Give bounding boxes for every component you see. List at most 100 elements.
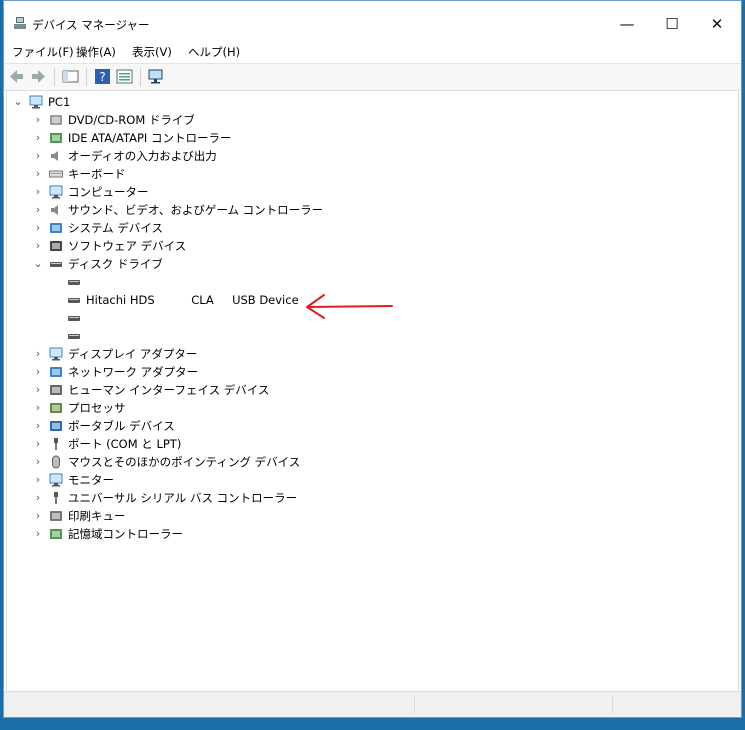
scan-hardware-icon[interactable]	[148, 68, 165, 85]
disk-drive-icon	[50, 262, 62, 267]
computer-icon	[29, 95, 43, 109]
chevron-right-icon[interactable]: ›	[33, 489, 43, 507]
chevron-right-icon[interactable]: ›	[33, 453, 43, 471]
tree-item-label: ポータブル デバイス	[68, 419, 175, 433]
tree-item-label: ディスプレイ アダプター	[68, 347, 198, 361]
toolbar-separator	[54, 68, 55, 86]
forward-arrow-icon[interactable]	[30, 68, 47, 85]
properties-icon[interactable]	[116, 68, 133, 85]
tree-category[interactable]: › DVD/CD-ROM ドライブ	[33, 111, 727, 129]
printer-icon	[50, 511, 62, 521]
help-icon[interactable]: ?	[94, 68, 111, 85]
show-hide-console-tree-icon[interactable]	[62, 68, 79, 85]
tree-category[interactable]: › ポータブル デバイス	[33, 417, 727, 435]
tree-item-label: ソフトウェア デバイス	[68, 239, 187, 253]
tree-category[interactable]: › プロセッサ	[33, 399, 727, 417]
chevron-right-icon[interactable]: ›	[33, 399, 43, 417]
tree-category[interactable]: › サウンド、ビデオ、およびゲーム コントローラー	[33, 201, 727, 219]
chevron-right-icon[interactable]: ›	[33, 381, 43, 399]
tree-category[interactable]: › マウスとそのほかのポインティング デバイス	[33, 453, 727, 471]
chevron-down-icon[interactable]: ⌄	[33, 255, 43, 273]
chevron-right-icon[interactable]: ›	[33, 363, 43, 381]
dvd-drive-icon	[50, 115, 62, 125]
storage-controller-icon	[50, 529, 62, 539]
network-adapter-icon	[50, 367, 62, 377]
usb-icon	[54, 492, 58, 504]
chevron-right-icon[interactable]: ›	[33, 219, 43, 237]
tree-category[interactable]: › ディスプレイ アダプター	[33, 345, 727, 363]
toolbar: ?	[4, 63, 741, 91]
tree-category[interactable]: › キーボード	[33, 165, 727, 183]
chevron-right-icon[interactable]: ›	[33, 417, 43, 435]
tree-category[interactable]: › コンピューター	[33, 183, 727, 201]
chevron-right-icon[interactable]: ›	[33, 165, 43, 183]
tree-root-pc1[interactable]: ⌄ PC1	[13, 93, 727, 111]
tree-item-label: プロセッサ	[68, 401, 126, 415]
tree-item-label: ネットワーク アダプター	[68, 365, 199, 379]
tree-category[interactable]: › ポート (COM と LPT)	[33, 435, 727, 453]
tree-item-label: コンピューター	[68, 185, 149, 199]
tree-category[interactable]: › モニター	[33, 471, 727, 489]
hid-icon	[50, 385, 62, 395]
menu-file[interactable]: ファイル(F)	[12, 44, 74, 60]
device-manager-app-icon	[14, 17, 26, 29]
disk-drive-item[interactable]	[67, 273, 727, 291]
system-device-icon	[50, 223, 62, 233]
tree-category[interactable]: › ネットワーク アダプター	[33, 363, 727, 381]
monitor-icon	[49, 473, 63, 487]
tree-category[interactable]: › ソフトウェア デバイス	[33, 237, 727, 255]
chevron-right-icon[interactable]: ›	[33, 201, 43, 219]
title-bar[interactable]: デバイス マネージャー — ☐ ✕	[4, 1, 741, 37]
sound-icon	[51, 205, 58, 215]
speaker-icon	[51, 151, 58, 161]
tree-item-label: Hitachi HDS CLA USB Device	[86, 293, 299, 307]
minimize-button[interactable]: —	[604, 11, 650, 37]
chevron-down-icon[interactable]: ⌄	[13, 93, 23, 111]
device-tree[interactable]: ⌄ PC1 › DVD/CD-ROM ドライブ › IDE ATA/ATAPI コントロー…	[6, 90, 739, 692]
disk-drive-item[interactable]	[67, 309, 727, 327]
tree-category[interactable]: ⌄ ディスク ドライブ	[33, 255, 727, 273]
back-arrow-icon[interactable]	[8, 68, 25, 85]
port-icon	[54, 438, 58, 450]
chevron-right-icon[interactable]: ›	[33, 507, 43, 525]
chevron-right-icon[interactable]: ›	[33, 147, 43, 165]
chevron-right-icon[interactable]: ›	[33, 237, 43, 255]
tree-item-label: IDE ATA/ATAPI コントローラー	[68, 131, 232, 145]
chevron-right-icon[interactable]: ›	[33, 345, 43, 363]
toolbar-separator	[140, 68, 141, 86]
tree-item-label: マウスとそのほかのポインティング デバイス	[68, 455, 301, 469]
tree-item-label: PC1	[48, 95, 71, 109]
toolbar-separator	[86, 68, 87, 86]
tree-category[interactable]: › 記憶域コントローラー	[33, 525, 727, 543]
red-arrow-annotation	[306, 294, 393, 319]
tree-item-label: サウンド、ビデオ、およびゲーム コントローラー	[68, 203, 324, 217]
tree-category[interactable]: › オーディオの入力および出力	[33, 147, 727, 165]
tree-category[interactable]: › IDE ATA/ATAPI コントローラー	[33, 129, 727, 147]
tree-item-label: ポート (COM と LPT)	[68, 437, 182, 451]
chevron-right-icon[interactable]: ›	[33, 435, 43, 453]
tree-category[interactable]: › システム デバイス	[33, 219, 727, 237]
chevron-right-icon[interactable]: ›	[33, 129, 43, 147]
chevron-right-icon[interactable]: ›	[33, 471, 43, 489]
tree-category[interactable]: › ヒューマン インターフェイス デバイス	[33, 381, 727, 399]
disk-drive-icon	[68, 298, 80, 303]
computer-icon	[49, 185, 63, 199]
disk-drive-item[interactable]	[67, 327, 727, 345]
disk-drive-item[interactable]: Hitachi HDS CLA USB Device	[67, 291, 727, 309]
software-device-icon	[50, 241, 62, 251]
tree-category[interactable]: › ユニバーサル シリアル バス コントローラー	[33, 489, 727, 507]
display-adapter-icon	[49, 347, 63, 361]
status-cell	[414, 696, 613, 713]
keyboard-icon	[49, 170, 63, 178]
menu-view[interactable]: 表示(V)	[132, 44, 172, 60]
menu-action[interactable]: 操作(A)	[76, 44, 116, 60]
tree-item-label: オーディオの入力および出力	[68, 149, 217, 163]
tree-category[interactable]: › 印刷キュー	[33, 507, 727, 525]
maximize-button[interactable]: ☐	[649, 11, 695, 37]
menu-help[interactable]: ヘルプ(H)	[188, 44, 240, 60]
chevron-right-icon[interactable]: ›	[33, 525, 43, 543]
close-button[interactable]: ✕	[694, 11, 740, 37]
tree-item-label: DVD/CD-ROM ドライブ	[68, 113, 195, 127]
chevron-right-icon[interactable]: ›	[33, 111, 43, 129]
chevron-right-icon[interactable]: ›	[33, 183, 43, 201]
